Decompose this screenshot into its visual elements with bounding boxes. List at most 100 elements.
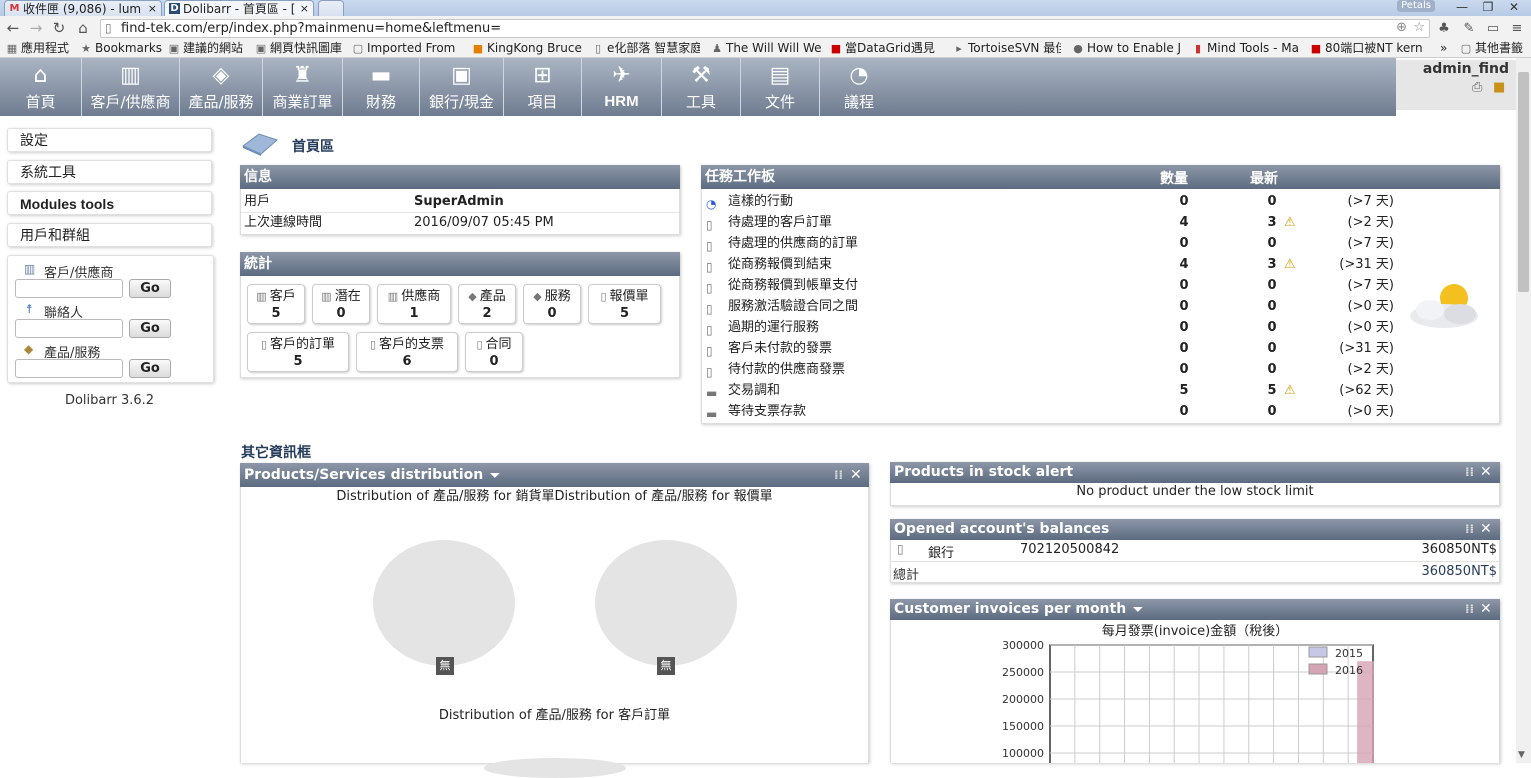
search-contacts-go-button[interactable]: Go	[129, 319, 171, 338]
bookmark-item[interactable]: ▣ 網頁快訊圖庫	[255, 40, 342, 57]
home-icon[interactable]: ⌂	[74, 19, 92, 37]
bookmark-star-icon[interactable]: ☆	[1413, 20, 1425, 35]
task-row[interactable]: ▯ 待付款的供應商發票 0 0 (>2 天)	[702, 359, 1498, 380]
reload-icon[interactable]: ↻	[50, 19, 68, 37]
printer-icon[interactable]: ⎙	[1472, 80, 1482, 95]
bank-label[interactable]: 銀行	[928, 542, 954, 561]
left-menu-setup[interactable]: 設定	[7, 128, 212, 152]
bookmark-item[interactable]: ● How to Enable J	[1072, 40, 1182, 57]
extension-icon[interactable]: ♣	[1435, 20, 1453, 38]
stat-proposals[interactable]: ▯ 報價單 5	[588, 284, 661, 324]
close-tab-icon[interactable]: ×	[148, 1, 157, 16]
task-row[interactable]: ▯ 從商務報價到帳單支付 0 0 (>7 天)	[702, 275, 1498, 296]
back-icon[interactable]: ←	[4, 19, 22, 37]
stat-products[interactable]: ◆ 產品 2	[458, 284, 516, 324]
zoom-icon[interactable]: ⊕	[1396, 20, 1407, 35]
search-companies-go-button[interactable]: Go	[129, 279, 171, 298]
bookmark-folder-other[interactable]: ▢ 其他書籤	[1460, 40, 1523, 57]
chrome-menu-icon[interactable]: ≡	[1508, 20, 1526, 38]
box-icon: ◆	[468, 290, 477, 303]
search-companies-input[interactable]	[15, 279, 123, 298]
task-row[interactable]: ▯ 服務激活驗證合同之間 0 0 (>0 天)	[702, 296, 1498, 317]
task-row[interactable]: ▯ 待處理的客戶訂單 4 3 ⚠ (>2 天)	[702, 212, 1498, 233]
task-row[interactable]: ▯ 過期的運行服務 0 0 (>0 天)	[702, 317, 1498, 338]
bookmark-item[interactable]: ▸ TortoiseSVN 最佳	[953, 40, 1061, 57]
menu-products[interactable]: ◈ 產品/服務	[180, 58, 263, 116]
bookmark-item[interactable]: ■ 80端口被NT kern	[1310, 40, 1426, 57]
new-tab-button[interactable]	[318, 0, 344, 16]
bookmark-apps[interactable]: ▦ 應用程式	[6, 40, 69, 57]
task-row[interactable]: ◔ 這樣的行動 0 0 (>7 天)	[702, 191, 1498, 212]
scrollbar-thumb[interactable]	[1518, 72, 1529, 292]
task-row[interactable]: ▯ 從商務報價到結束 4 3 ⚠ (>31 天)	[702, 254, 1498, 275]
bookmark-item[interactable]: ■ KingKong Bruce	[472, 40, 582, 57]
bookmark-item[interactable]: ■ 當DataGrid遇見	[830, 40, 942, 57]
menu-commercial[interactable]: ♜ 商業訂單	[263, 58, 343, 116]
close-window-icon[interactable]: ✕	[1503, 0, 1525, 16]
bookmark-overflow-icon[interactable]: »	[1440, 40, 1447, 57]
menu-finance[interactable]: ▬ 財務	[343, 58, 420, 116]
browser-tab-gmail[interactable]: M 收件匣 (9,086) - lum ×	[4, 0, 162, 16]
task-row[interactable]: ▯ 待處理的供應商的訂單 0 0 (>7 天)	[702, 233, 1498, 254]
username[interactable]: admin_find	[1423, 61, 1509, 77]
bookmark-item[interactable]: ▮ Mind Tools - Ma	[1192, 40, 1298, 57]
bookmark-item[interactable]: ▯ e化部落 智慧家庭	[592, 40, 700, 57]
search-products-input[interactable]	[15, 359, 123, 378]
building-icon: ▥	[24, 262, 36, 276]
drag-handle-icon[interactable]: ⁞⁞	[1465, 599, 1474, 620]
filter-icon[interactable]: ⏷	[490, 468, 500, 482]
close-icon[interactable]: ✕	[1480, 599, 1492, 620]
stat-services[interactable]: ◆ 服務 0	[523, 284, 581, 324]
close-tab-icon[interactable]: ×	[300, 1, 309, 16]
bank-amount: 360850NT$	[1421, 542, 1497, 557]
menu-companies[interactable]: ▥ 客戶/供應商	[82, 58, 180, 116]
no-data-label: 無	[657, 657, 675, 675]
stat-customers[interactable]: ▥ 客戶 5	[247, 284, 305, 324]
left-menu-system-tools[interactable]: 系統工具	[7, 160, 212, 184]
pen-extension-icon[interactable]: ✎	[1460, 20, 1478, 38]
restore-icon[interactable]: ❐	[1477, 0, 1499, 16]
filter-icon[interactable]: ⏷	[1133, 602, 1143, 616]
close-icon[interactable]: ✕	[850, 463, 862, 487]
stat-suppliers[interactable]: ▥ 供應商 1	[377, 284, 451, 324]
forward-icon[interactable]: →	[27, 19, 45, 37]
menu-home[interactable]: ⌂ 首頁	[0, 58, 82, 116]
address-bar[interactable]: ▯ find-tek.com/erp/index.php?mainmenu=ho…	[100, 19, 1430, 38]
folder-icon: ▢	[1460, 42, 1472, 55]
left-menu-users-groups[interactable]: 用戶和群組	[7, 223, 212, 247]
site-icon: ●	[1073, 42, 1083, 55]
left-menu-modules-tools[interactable]: Modules tools	[7, 191, 212, 215]
bookmark-item[interactable]: ▣ 建議的網站	[168, 40, 243, 57]
stat-prospects[interactable]: ▥ 潛在 0	[312, 284, 370, 324]
bookmark-folder[interactable]: ▢ Imported From I	[352, 40, 460, 57]
menu-tools[interactable]: ⚒ 工具	[662, 58, 741, 116]
menu-agenda[interactable]: ◔ 議程	[820, 58, 898, 116]
stat-contracts[interactable]: ▯ 合同 0	[465, 332, 523, 372]
page-icon: ▯	[594, 42, 602, 55]
task-row[interactable]: ▬ 交易調和 5 5 ⚠ (>62 天)	[702, 380, 1498, 401]
drag-handle-icon[interactable]: ⁞⁞	[1465, 519, 1474, 540]
search-products-go-button[interactable]: Go	[129, 359, 171, 378]
browser-tab-dolibarr[interactable]: D Dolibarr - 首頁區 - [ ×	[164, 0, 314, 16]
drag-handle-icon[interactable]: ⁞⁞	[834, 463, 843, 487]
stat-customer-checks[interactable]: ▯ 客戶的支票 6	[356, 332, 458, 372]
scroll-down-icon[interactable]: ▼	[1518, 750, 1525, 760]
cast-icon[interactable]: ▭	[1484, 20, 1502, 38]
logout-lock-icon[interactable]: ■	[1493, 80, 1505, 95]
stat-customer-orders[interactable]: ▯ 客戶的訂單 5	[247, 332, 349, 372]
minimize-icon[interactable]: —	[1451, 0, 1473, 16]
menu-bank[interactable]: ▣ 銀行/現金	[420, 58, 504, 116]
close-icon[interactable]: ✕	[1480, 519, 1492, 540]
menu-documents[interactable]: ▤ 文件	[741, 58, 820, 116]
menu-hrm[interactable]: ✈ HRM	[582, 58, 662, 116]
bookmark-item[interactable]: ♟ The Will Will We	[711, 40, 821, 57]
search-contacts-input[interactable]	[15, 319, 123, 338]
menu-projects[interactable]: ⊞ 項目	[504, 58, 582, 116]
task-row[interactable]: ▬ 等待支票存款 0 0 (>0 天)	[702, 401, 1498, 422]
info-user-value: SuperAdmin	[414, 194, 504, 209]
task-row[interactable]: ▯ 客戶未付款的發票 0 0 (>31 天)	[702, 338, 1498, 359]
bookmark-item[interactable]: ★ Bookmarks	[80, 40, 162, 57]
document-icon: ▯	[369, 338, 377, 351]
drag-handle-icon[interactable]: ⁞⁞	[1465, 462, 1474, 483]
close-icon[interactable]: ✕	[1480, 462, 1492, 483]
